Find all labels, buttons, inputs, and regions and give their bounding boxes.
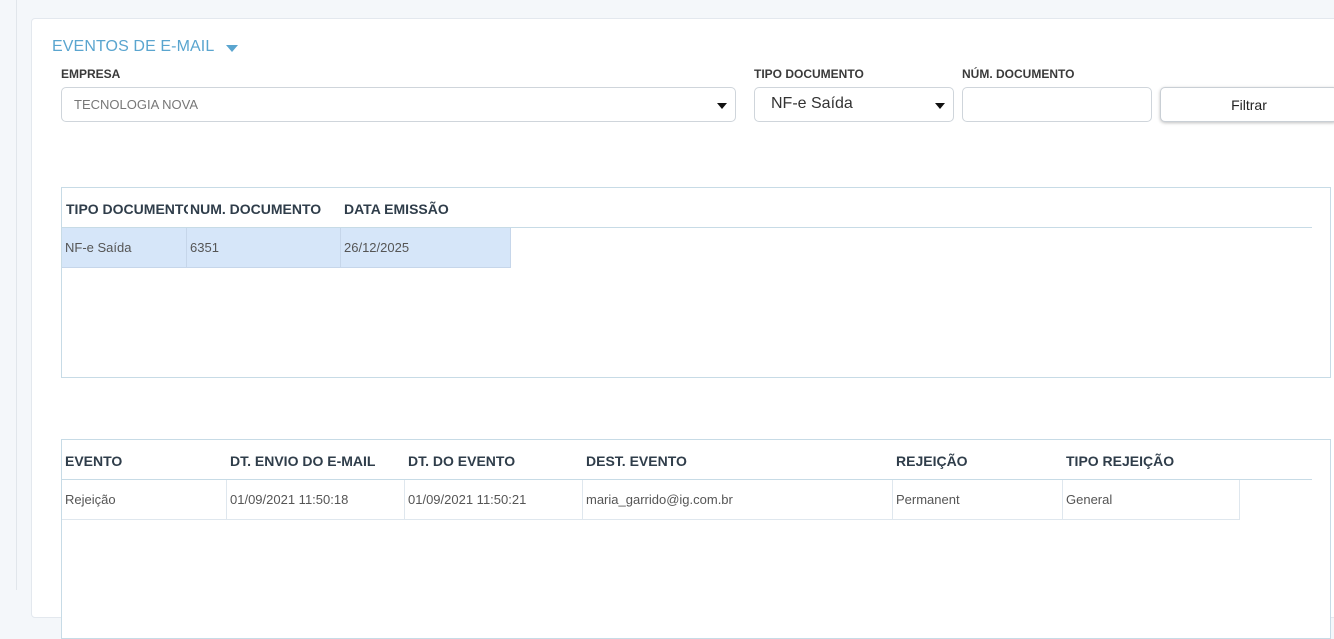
email-events-panel: EVENTOS DE E-MAIL EMPRESA TECNOLOGIA NOV… xyxy=(31,18,1334,639)
col-evento[interactable]: EVENTO xyxy=(65,453,225,469)
empresa-label: EMPRESA xyxy=(61,67,121,81)
events-grid: EVENTO DT. ENVIO DO E-MAIL DT. DO EVENTO… xyxy=(61,439,1331,639)
caret-down-icon[interactable] xyxy=(226,44,239,52)
col-tipo-rejeicao[interactable]: TIPO REJEIÇÃO xyxy=(1066,453,1236,469)
tipo-documento-label: TIPO DOCUMENTO xyxy=(754,67,864,81)
panel-title-text: EVENTOS DE E-MAIL xyxy=(52,38,215,55)
chevron-down-icon xyxy=(717,103,727,109)
num-documento-input[interactable] xyxy=(962,87,1152,122)
col-dest-evento[interactable]: DEST. EVENTO xyxy=(586,453,891,469)
col-dt-envio-email[interactable]: DT. ENVIO DO E-MAIL xyxy=(230,453,405,469)
col-dt-evento[interactable]: DT. DO EVENTO xyxy=(408,453,583,469)
documents-grid-header: TIPO DOCUMENTO NUM. DOCUMENTO DATA EMISS… xyxy=(62,188,1312,228)
panel-title[interactable]: EVENTOS DE E-MAIL xyxy=(52,38,239,56)
events-grid-header: EVENTO DT. ENVIO DO E-MAIL DT. DO EVENTO… xyxy=(62,440,1312,480)
table-row-cell-dt-evento[interactable]: 01/09/2021 11:50:21 xyxy=(405,480,583,520)
table-row-cell-evento[interactable]: Rejeição xyxy=(62,480,227,520)
empresa-select[interactable]: TECNOLOGIA NOVA xyxy=(61,87,736,122)
left-sidebar-strip xyxy=(0,0,17,590)
table-row-cell-dest[interactable]: maria_garrido@ig.com.br xyxy=(583,480,893,520)
table-row-cell-tipo[interactable]: NF-e Saída xyxy=(62,228,187,268)
col-tipo-documento[interactable]: TIPO DOCUMENTO xyxy=(66,201,188,217)
tipo-documento-select-value: NF-e Saída xyxy=(771,95,853,112)
table-row-cell-rejeicao[interactable]: Permanent xyxy=(893,480,1063,520)
documents-grid: TIPO DOCUMENTO NUM. DOCUMENTO DATA EMISS… xyxy=(61,187,1331,378)
col-num-documento[interactable]: NUM. DOCUMENTO xyxy=(190,201,340,217)
tipo-documento-select[interactable]: NF-e Saída xyxy=(754,87,954,122)
table-row-cell-tipo-rejeicao[interactable]: General xyxy=(1063,480,1240,520)
col-data-emissao[interactable]: DATA EMISSÃO xyxy=(344,201,504,217)
col-rejeicao[interactable]: REJEIÇÃO xyxy=(896,453,1061,469)
filter-button[interactable]: Filtrar xyxy=(1160,87,1334,122)
num-documento-label: NÚM. DOCUMENTO xyxy=(962,67,1075,81)
table-row-cell-num[interactable]: 6351 xyxy=(187,228,341,268)
table-row-cell-dt-envio[interactable]: 01/09/2021 11:50:18 xyxy=(227,480,405,520)
chevron-down-icon xyxy=(935,103,945,109)
empresa-select-value: TECNOLOGIA NOVA xyxy=(74,97,199,112)
table-row-cell-data[interactable]: 26/12/2025 xyxy=(341,228,511,268)
